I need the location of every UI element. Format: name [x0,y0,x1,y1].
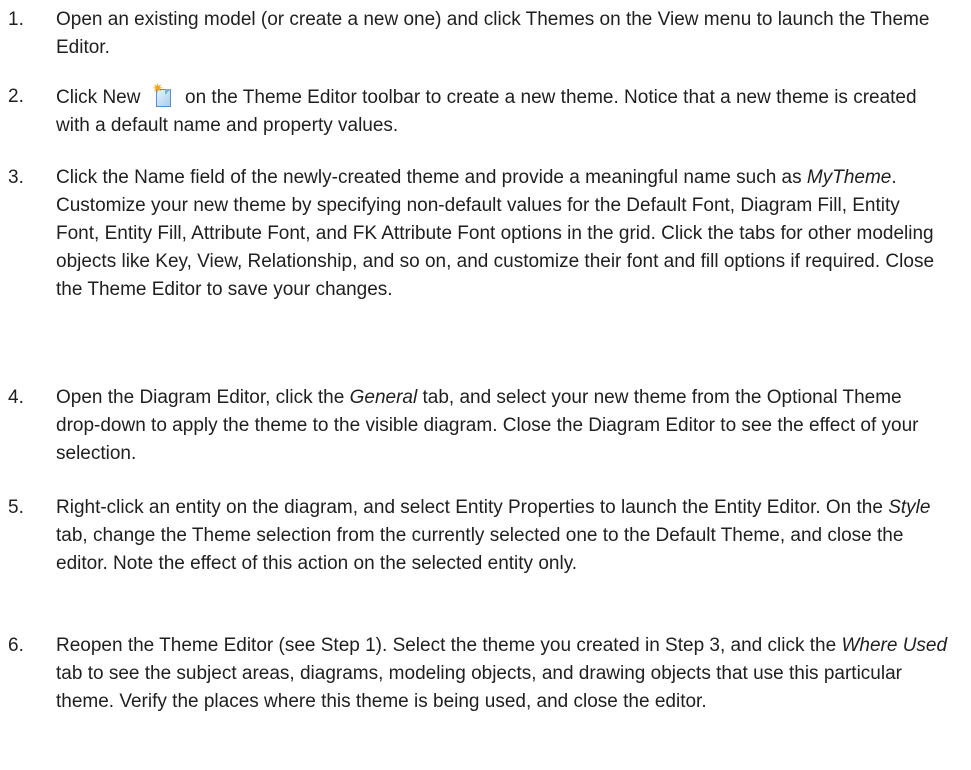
step-text-part: Reopen the Theme Editor (see Step 1). Se… [56,635,842,656]
step-number: 3. [8,167,24,188]
step-text: Right-click an entity on the diagram, an… [56,494,948,578]
step-text: Click the Name field of the newly-create… [56,164,948,304]
step-text-part: Click the Name field of the newly-create… [56,167,807,188]
step-number: 2. [8,86,24,107]
step-text: Open an existing model (or create a new … [56,6,936,62]
step-text-part: Click New [56,87,146,108]
step-text-part: Open an existing model (or create a new … [56,9,930,58]
step-text-part: Right-click an entity on the diagram, an… [56,497,889,518]
step-number: 4. [8,387,24,408]
step-number: 1. [8,9,24,30]
emphasis-tab-name: General [349,387,418,408]
document-page: 1. Open an existing model (or create a n… [0,0,971,770]
emphasis-tab-name: Style [888,497,931,518]
emphasis-theme-name: MyTheme [806,167,892,188]
step-text: Open the Diagram Editor, click the Gener… [56,384,948,468]
step-text: Reopen the Theme Editor (see Step 1). Se… [56,632,948,716]
step-number: 6. [8,635,24,656]
emphasis-tab-name: Where Used [841,635,948,656]
step-text-part: tab, change the Theme selection from the… [56,525,904,574]
step-text: Click New ✷ on the Theme Editor toolbar … [56,81,948,140]
step-number: 5. [8,497,24,518]
step-text-part: Open the Diagram Editor, click the [56,387,350,408]
step-text-part: on the Theme Editor toolbar to create a … [56,87,917,136]
step-text-part: tab to see the subject areas, diagrams, … [56,663,902,712]
new-theme-icon: ✷ [152,81,174,109]
